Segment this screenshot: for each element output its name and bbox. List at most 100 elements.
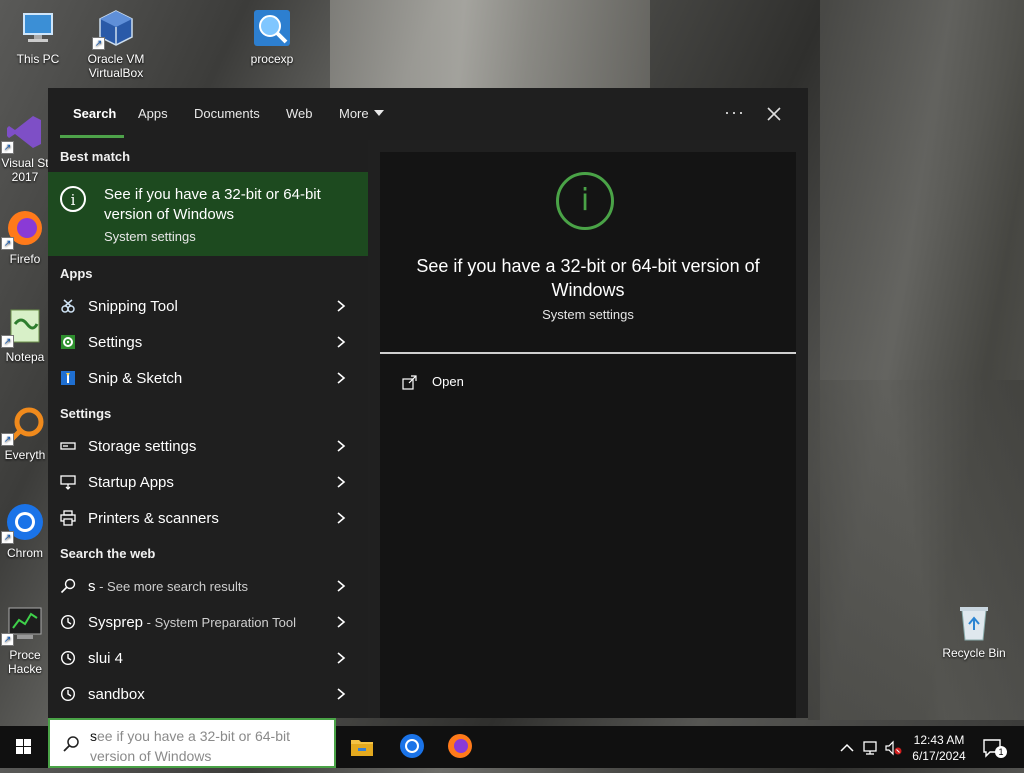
tab-web[interactable]: Web [286,106,313,121]
preview-pane: i See if you have a 32-bit or 64-bit ver… [380,152,796,718]
windows-logo-icon [16,739,31,754]
desktop-icon-notepad[interactable]: ↗ Notepa [0,306,50,364]
result-item-settings[interactable]: Settings [48,324,368,360]
volume-muted-icon[interactable] [884,740,902,756]
tab-search[interactable]: Search [73,106,116,121]
network-icon[interactable] [862,740,880,756]
close-button[interactable] [760,100,788,128]
snipping-tool-icon [61,299,75,313]
firefox-icon: ↗ [1,208,45,250]
desktop-icon-recycle-bin[interactable]: Recycle Bin [938,602,1010,660]
startup-icon [60,475,76,490]
wallpaper-rock [808,380,1024,720]
result-item-storage-settings[interactable]: Storage settings [48,428,368,464]
start-button[interactable] [0,726,48,768]
chevron-right-icon[interactable] [336,476,346,488]
web-query-detail: - System Preparation Tool [143,615,296,630]
taskbar-file-explorer[interactable] [346,730,378,762]
firefox-icon [448,734,472,758]
best-match-subtitle: System settings [104,229,196,244]
result-item-web-sandbox[interactable]: sandbox [48,676,368,712]
result-item-web-s[interactable]: s - See more search results [48,568,368,604]
history-icon [60,614,76,630]
notification-center-button[interactable]: 1 [982,738,1007,758]
result-item-web-sysprep[interactable]: Sysprep - System Preparation Tool [48,604,368,640]
result-item-snip-sketch[interactable]: Snip & Sketch [48,360,368,396]
search-web-heading: Search the web [60,546,156,561]
settings-heading: Settings [60,406,112,421]
apps-heading: Apps [60,266,93,281]
process-hacker-icon: ↗ [1,604,45,646]
best-match-item[interactable]: i See if you have a 32-bit or 64-bit ver… [48,172,368,256]
info-icon: i [60,186,86,212]
info-icon: i [556,172,614,230]
result-item-snipping-tool[interactable]: Snipping Tool [48,288,368,324]
chevron-right-icon[interactable] [336,688,346,700]
tab-more[interactable]: More [339,106,384,121]
notepad-icon: ↗ [1,306,45,348]
result-item-startup-apps[interactable]: Startup Apps [48,464,368,500]
snip-sketch-icon [61,371,75,385]
result-item-label: sandbox [88,686,145,703]
taskbar-chrome[interactable] [396,730,428,762]
desktop-icon-firefox[interactable]: ↗ Firefo [0,208,50,266]
divider [380,352,796,354]
tab-more-label: More [339,106,369,121]
search-input[interactable]: see if you have a 32-bit or 64-bit versi… [90,726,322,766]
desktop-icon-label: Firefo [9,252,41,266]
desktop-icon-this-pc[interactable]: This PC [2,8,74,66]
everything-search-icon: ↗ [1,404,45,446]
shortcut-arrow-icon: ↗ [1,531,14,544]
chevron-right-icon[interactable] [336,336,346,348]
taskbar-search-box[interactable]: see if you have a 32-bit or 64-bit versi… [48,718,336,768]
desktop-icon-label: Proce Hacke [7,648,42,676]
shortcut-arrow-icon: ↗ [1,237,14,250]
chevron-up-icon[interactable] [838,740,856,756]
result-item-web-slui[interactable]: slui 4 [48,640,368,676]
desktop-icon-procexp[interactable]: procexp [236,8,308,66]
result-item-label: Startup Apps [88,474,174,491]
more-options-icon[interactable]: ··· [724,102,745,123]
history-icon [60,686,76,702]
open-button[interactable]: Open [402,372,522,394]
desktop-icon-label: Chrom [6,546,43,560]
chevron-down-icon [373,110,384,116]
desktop-icon-label: Visual St 2017 [1,156,49,184]
chrome-icon [400,734,424,758]
desktop-icon-process-hacker[interactable]: ↗ Proce Hacke [0,604,50,676]
desktop-icon-label: Recycle Bin [942,646,1006,660]
procexp-icon [252,8,292,48]
web-query: s [88,578,96,595]
tab-documents[interactable]: Documents [194,106,260,121]
results-list: Best match i See if you have a 32-bit or… [48,140,368,718]
result-item-printers-scanners[interactable]: Printers & scanners [48,500,368,536]
chevron-right-icon[interactable] [336,652,346,664]
desktop-icon-visual-studio[interactable]: ↗ Visual St 2017 [0,112,50,184]
chevron-right-icon[interactable] [336,512,346,524]
close-icon [767,107,781,121]
preview-subtitle: System settings [542,307,634,322]
desktop-icon-label: procexp [250,52,294,66]
desktop-icon-chrome[interactable]: ↗ Chrom [0,502,50,560]
result-item-label: Sysprep - System Preparation Tool [88,614,296,631]
chrome-icon: ↗ [1,502,45,544]
open-external-icon [402,375,417,390]
result-item-label: s - See more search results [88,578,248,595]
chevron-right-icon[interactable] [336,440,346,452]
tab-apps[interactable]: Apps [138,106,168,121]
taskbar-firefox[interactable] [444,730,476,762]
clock[interactable]: 12:43 AM 6/17/2024 [904,732,974,764]
preview-title: See if you have a 32-bit or 64-bit versi… [416,256,760,300]
chevron-right-icon[interactable] [336,372,346,384]
clock-time: 12:43 AM [913,733,965,747]
desktop-icon-everything[interactable]: ↗ Everyth [0,404,50,462]
search-panel: Search Apps Documents Web More ··· Best … [48,88,808,718]
shortcut-arrow-icon: ↗ [1,335,14,348]
desktop-icon-virtualbox[interactable]: ↗ Oracle VM VirtualBox [80,8,152,80]
shortcut-arrow-icon: ↗ [92,37,105,50]
chevron-right-icon[interactable] [336,300,346,312]
chevron-right-icon[interactable] [336,580,346,592]
web-query: Sysprep [88,614,144,631]
search-icon [63,736,79,752]
chevron-right-icon[interactable] [336,616,346,628]
